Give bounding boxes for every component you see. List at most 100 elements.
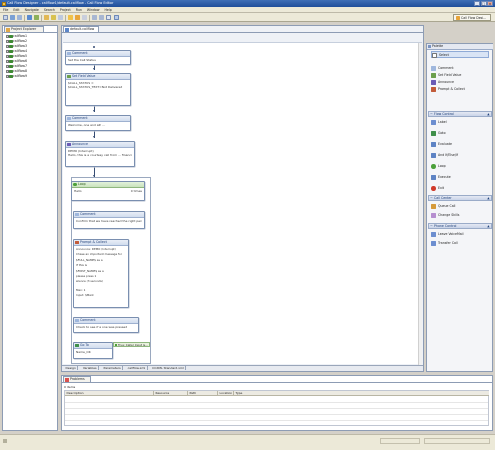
palette-item-execute[interactable]: Execute: [431, 174, 451, 181]
palette-item-loop[interactable]: Loop: [431, 163, 446, 170]
tree-item-label: callflow8: [13, 69, 28, 73]
tab-divider: [3, 32, 57, 33]
comment-node[interactable]: Comment Set the Call Status: [65, 50, 131, 65]
back-icon[interactable]: [92, 15, 97, 20]
menu-window[interactable]: Window: [87, 8, 100, 12]
zoom-icon[interactable]: [106, 15, 111, 20]
palette-item-evaluate[interactable]: Evaluate: [431, 141, 452, 148]
palette-item-queue-call[interactable]: Queue Call: [431, 203, 455, 210]
refresh-icon[interactable]: [68, 15, 73, 20]
comment-node[interactable]: Comment Confirm that we have reached the…: [73, 211, 145, 229]
column-type[interactable]: Type: [233, 391, 489, 396]
open-type-icon[interactable]: [51, 15, 56, 20]
loop-node[interactable]: Loop Hello 0 times: [71, 181, 145, 201]
canvas-scrollbar[interactable]: [418, 43, 422, 365]
tree-item-label: callflow7: [13, 64, 28, 68]
palette-item-set-field-value[interactable]: Set Field Value: [431, 72, 461, 79]
forward-icon[interactable]: [99, 15, 104, 20]
preferences-icon[interactable]: [82, 15, 87, 20]
window-title: Call Flow Designer - callflow1/default.c…: [7, 1, 114, 5]
new-icon[interactable]: [3, 15, 8, 20]
problems-tab-label: Problems: [70, 377, 85, 381]
palette-item-announce[interactable]: Announce: [431, 79, 454, 86]
tab-ccxml-standard[interactable]: CCXML Standard.xml: [150, 366, 187, 370]
build-icon[interactable]: [75, 15, 80, 20]
palette-item-prompt-collect[interactable]: Prompt & Collect: [431, 86, 465, 93]
execute-icon: [431, 175, 436, 180]
palette-group-call-center[interactable]: Call Center ▲: [428, 195, 492, 202]
tree-item-label: callflow5: [13, 54, 28, 58]
print-icon[interactable]: [17, 15, 22, 20]
tree-item-callflow9[interactable]: + callflow9: [6, 74, 27, 79]
palette-item-label: Queue Call: [438, 204, 456, 208]
set-field-value-node[interactable]: Set Field Value $CALL_STATUS = $CALL_STAT…: [65, 73, 131, 106]
menu-project[interactable]: Project: [60, 8, 71, 12]
open-folder-icon[interactable]: [44, 15, 49, 20]
menu-help[interactable]: Help: [105, 8, 112, 12]
voicemail-icon: [431, 232, 436, 237]
palette-item-leave-voicemail[interactable]: Leave VoiceMail: [431, 231, 463, 238]
goto-node[interactable]: Go To Name_OK: [73, 342, 113, 359]
comment-icon: [67, 117, 71, 121]
node-title: Set Field Value: [72, 74, 96, 78]
palette-item-label: Loop: [438, 164, 446, 168]
palette-item-exit[interactable]: Exit: [431, 185, 444, 192]
tab-variables[interactable]: Variables: [81, 366, 100, 370]
maximize-button[interactable]: □: [480, 1, 487, 6]
announce-node[interactable]: Announce DEMO (Interrupt) Hello, this is …: [65, 141, 135, 167]
comment-node[interactable]: Comment Welcome, one and all! ...: [65, 115, 131, 131]
menu-file[interactable]: File: [3, 8, 8, 12]
save-icon[interactable]: [10, 15, 15, 20]
palette-item-label: Goto: [438, 131, 446, 135]
connector-arrow: [92, 68, 95, 70]
search-icon[interactable]: [58, 15, 63, 20]
queue-icon: [431, 204, 436, 209]
branch-label[interactable]: True: Caller Input is...: [113, 342, 150, 347]
tree-item-label: callflow1: [13, 34, 28, 38]
label-icon: [431, 120, 436, 125]
palette-item-goto[interactable]: Goto: [431, 130, 446, 137]
tree-item-label: callflow3: [13, 44, 28, 48]
palette-select-tool[interactable]: Select: [431, 51, 489, 58]
palette-item-if-else[interactable]: And If/Else/If: [431, 152, 458, 159]
palette-item-comment[interactable]: Comment: [431, 65, 454, 72]
status-segment: [424, 438, 490, 444]
grid-icon[interactable]: [114, 15, 119, 20]
node-text: Hello, this is a courtesy call from ... …: [68, 153, 132, 158]
comment-icon: [75, 319, 79, 323]
column-description[interactable]: Description: [65, 391, 153, 396]
minimize-button[interactable]: _: [474, 1, 480, 6]
menu-edit[interactable]: Edit: [13, 8, 19, 12]
project-icon: [9, 49, 13, 54]
tab-design[interactable]: Design: [64, 366, 79, 370]
palette-header[interactable]: Palette: [427, 44, 493, 50]
debug-icon[interactable]: [27, 15, 32, 20]
tab-parameters[interactable]: Parameters: [102, 366, 124, 370]
palette-group-flow-control[interactable]: Flow Control ▲: [428, 111, 492, 118]
palette-item-label-node[interactable]: Label: [431, 119, 447, 126]
menu-run[interactable]: Run: [76, 8, 82, 12]
run-icon[interactable]: [34, 15, 39, 20]
column-path[interactable]: Path: [187, 391, 217, 396]
project-icon: [9, 39, 13, 44]
arrow-pointer-icon: [432, 53, 437, 58]
palette-group-phone-control[interactable]: Phone Control ▲: [428, 223, 492, 230]
close-button[interactable]: ×: [487, 1, 493, 6]
node-text: Set the Call Status: [68, 58, 96, 62]
branch-icon: [431, 153, 436, 158]
perspective-switcher[interactable]: Call Flow Desi...: [453, 14, 491, 21]
menu-navigate[interactable]: Navigate: [25, 8, 39, 12]
tab-callflow-xml[interactable]: callflow.xml: [126, 366, 148, 370]
column-resource[interactable]: Resource: [153, 391, 187, 396]
menu-search[interactable]: Search: [44, 8, 55, 12]
palette-item-change-skills[interactable]: Change Skills: [431, 212, 459, 219]
prompt-collect-node[interactable]: Prompt & Collect Announce: DEMO (Interru…: [73, 239, 129, 308]
comment-icon: [67, 52, 71, 56]
column-location[interactable]: Location: [217, 391, 233, 396]
fast-view-icon[interactable]: [3, 439, 7, 443]
project-icon: [9, 64, 13, 69]
palette-item-transfer-call[interactable]: Transfer Call: [431, 240, 458, 247]
flow-canvas[interactable]: Comment Set the Call Status Set Field Va…: [63, 42, 422, 365]
comment-node[interactable]: Comment Check to see if a one was presse…: [73, 317, 139, 333]
palette-item-label: And If/Else/If: [438, 153, 459, 157]
